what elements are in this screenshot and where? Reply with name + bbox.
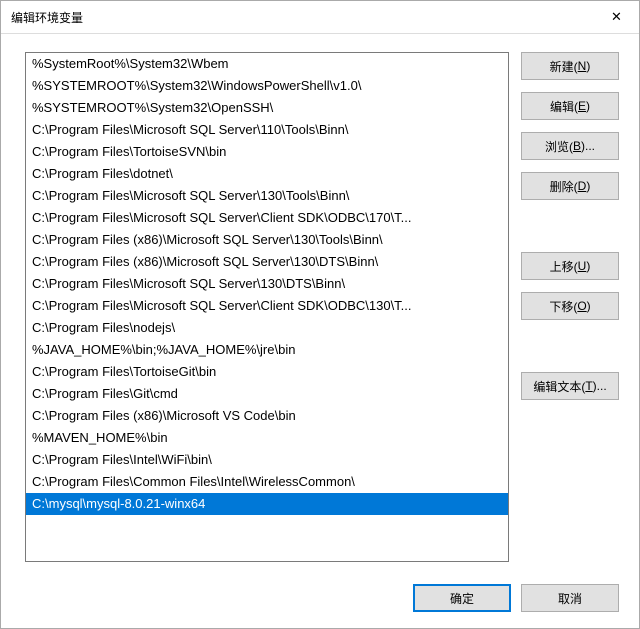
path-list-container: %SystemRoot%\System32\Wbem%SYSTEMROOT%\S…	[25, 52, 509, 562]
side-buttons: 新建(N) 编辑(E) 浏览(B)... 删除(D) 上移(U)	[521, 52, 619, 562]
list-item[interactable]: C:\Program Files (x86)\Microsoft SQL Ser…	[26, 251, 508, 273]
edit-button[interactable]: 编辑(E)	[521, 92, 619, 120]
list-item[interactable]: C:\Program Files\Microsoft SQL Server\Cl…	[26, 295, 508, 317]
dialog-body: %SystemRoot%\System32\Wbem%SYSTEMROOT%\S…	[1, 34, 639, 628]
window-title: 编辑环境变量	[11, 9, 83, 26]
list-item[interactable]: C:\mysql\mysql-8.0.21-winx64	[26, 493, 508, 515]
list-item[interactable]: C:\Program Files\TortoiseGit\bin	[26, 361, 508, 383]
list-item[interactable]: C:\Program Files\Intel\WiFi\bin\	[26, 449, 508, 471]
list-item[interactable]: C:\Program Files\Microsoft SQL Server\13…	[26, 273, 508, 295]
move-up-button[interactable]: 上移(U)	[521, 252, 619, 280]
edit-text-button[interactable]: 编辑文本(T)...	[521, 372, 619, 400]
footer-buttons: 确定 取消	[25, 562, 619, 612]
list-item[interactable]: C:\Program Files\Microsoft SQL Server\11…	[26, 119, 508, 141]
main-area: %SystemRoot%\System32\Wbem%SYSTEMROOT%\S…	[25, 52, 619, 562]
new-button[interactable]: 新建(N)	[521, 52, 619, 80]
list-item[interactable]: C:\Program Files\dotnet\	[26, 163, 508, 185]
list-item[interactable]: %SYSTEMROOT%\System32\OpenSSH\	[26, 97, 508, 119]
list-item[interactable]: %MAVEN_HOME%\bin	[26, 427, 508, 449]
list-item[interactable]: C:\Program Files (x86)\Microsoft VS Code…	[26, 405, 508, 427]
move-down-button[interactable]: 下移(O)	[521, 292, 619, 320]
titlebar: 编辑环境变量 ✕	[1, 1, 639, 34]
list-item[interactable]: C:\Program Files\Microsoft SQL Server\13…	[26, 185, 508, 207]
list-item[interactable]: %SYSTEMROOT%\System32\WindowsPowerShell\…	[26, 75, 508, 97]
path-list[interactable]: %SystemRoot%\System32\Wbem%SYSTEMROOT%\S…	[26, 53, 508, 561]
browse-button[interactable]: 浏览(B)...	[521, 132, 619, 160]
list-item[interactable]: C:\Program Files (x86)\Microsoft SQL Ser…	[26, 229, 508, 251]
delete-button[interactable]: 删除(D)	[521, 172, 619, 200]
list-item[interactable]: %JAVA_HOME%\bin;%JAVA_HOME%\jre\bin	[26, 339, 508, 361]
list-item[interactable]: C:\Program Files\TortoiseSVN\bin	[26, 141, 508, 163]
dialog-window: 编辑环境变量 ✕ %SystemRoot%\System32\Wbem%SYST…	[0, 0, 640, 629]
list-item[interactable]: %SystemRoot%\System32\Wbem	[26, 53, 508, 75]
ok-button[interactable]: 确定	[413, 584, 511, 612]
list-item[interactable]: C:\Program Files\Git\cmd	[26, 383, 508, 405]
list-item[interactable]: C:\Program Files\Microsoft SQL Server\Cl…	[26, 207, 508, 229]
list-item[interactable]: C:\Program Files\nodejs\	[26, 317, 508, 339]
close-icon[interactable]: ✕	[594, 2, 639, 32]
cancel-button[interactable]: 取消	[521, 584, 619, 612]
list-item[interactable]: C:\Program Files\Common Files\Intel\Wire…	[26, 471, 508, 493]
